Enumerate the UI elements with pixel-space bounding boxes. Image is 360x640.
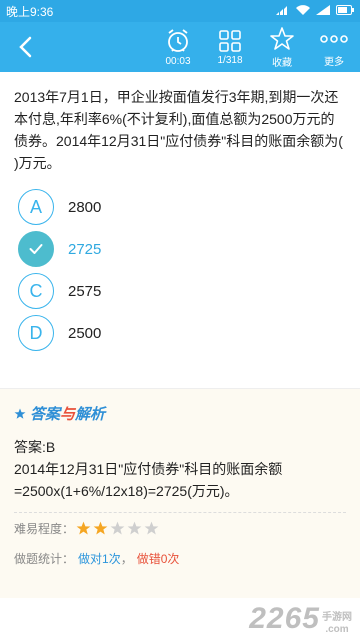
answer-explanation: 2014年12月31日"应付债券"科目的账面余额=2500x(1+6%/12x1… — [14, 461, 283, 499]
watermark-text: 手游网 .com — [322, 612, 352, 636]
star-bullet-icon — [14, 408, 26, 419]
answer-panel: 答案与解析 答案:B 2014年12月31日"应付债券"科目的账面余额=2500… — [0, 388, 360, 598]
more-label: 更多 — [324, 56, 344, 68]
alarm-clock-icon — [168, 28, 188, 52]
watermark-line1: 手游网 — [322, 612, 352, 623]
star-empty-icon — [144, 521, 159, 534]
option-c-text: 2575 — [68, 282, 102, 300]
signal-icon-2 — [316, 4, 330, 18]
option-b-text: 2725 — [68, 240, 102, 258]
option-d-text: 2500 — [68, 324, 102, 342]
difficulty-stars — [76, 521, 159, 536]
progress-label: 1/318 — [217, 54, 243, 66]
answer-body: 答案:B 2014年12月31日"应付债券"科目的账面余额=2500x(1+6%… — [0, 424, 360, 502]
difficulty-label: 难易程度： — [14, 521, 75, 536]
grid-icon — [219, 29, 241, 52]
watermark-line2: .com — [325, 624, 349, 635]
answer-line: 答案:B — [14, 439, 56, 455]
star-filled-icon — [76, 521, 91, 534]
timer-button[interactable]: 00:03 — [152, 22, 204, 72]
option-c-letter: C — [18, 273, 54, 309]
wifi-icon — [296, 4, 310, 18]
back-button[interactable] — [0, 22, 50, 72]
option-a-letter: A — [18, 189, 54, 225]
signal-icon — [276, 4, 290, 18]
answer-title-part3: 解析 — [75, 406, 106, 423]
wrong-count: 做错0次 — [136, 551, 180, 566]
option-list: A 2800 2725 C 2575 D 2500 — [0, 174, 360, 354]
more-button[interactable]: 更多 — [308, 22, 360, 72]
watermark-logo: 2265 手游网 .com — [249, 602, 352, 636]
correct-count: 做对1次 — [78, 551, 121, 566]
option-b[interactable]: 2725 — [18, 228, 342, 270]
option-a[interactable]: A 2800 — [18, 186, 342, 228]
status-bar: 晚上9:36 — [0, 0, 360, 22]
option-d[interactable]: D 2500 — [18, 312, 342, 354]
difficulty-row: 难易程度： — [0, 513, 360, 543]
stats-row: 做题统计： 做对1次 ， 做错0次 — [0, 543, 360, 573]
top-toolbar: 00:03 1/318 收藏 更多 — [0, 22, 360, 72]
stats-separator: ， — [120, 551, 133, 566]
status-time: 晚上9:36 — [6, 4, 54, 19]
stats-label: 做题统计： — [14, 551, 75, 566]
answer-title-part1: 答案 — [30, 406, 61, 423]
progress-button[interactable]: 1/318 — [204, 22, 256, 72]
option-c[interactable]: C 2575 — [18, 270, 342, 312]
checkmark-icon — [29, 244, 43, 254]
star-filled-icon — [93, 521, 108, 534]
favorite-label: 收藏 — [272, 57, 292, 69]
option-d-letter: D — [18, 315, 54, 351]
answer-title: 答案与解析 — [30, 403, 105, 424]
star-empty-icon — [110, 521, 125, 534]
option-a-text: 2800 — [68, 198, 102, 216]
star-empty-icon — [127, 521, 142, 534]
question-text: 2013年7月1日，甲企业按面值发行3年期,到期一次还本付息,年利率6%(不计复… — [14, 89, 343, 171]
star-outline-icon — [270, 26, 294, 50]
favorite-button[interactable]: 收藏 — [256, 22, 308, 72]
battery-icon — [336, 4, 354, 18]
timer-label: 00:03 — [165, 55, 191, 67]
back-arrow-icon — [19, 36, 32, 58]
question-content: 2013年7月1日，甲企业按面值发行3年期,到期一次还本付息,年利率6%(不计复… — [0, 72, 360, 640]
answer-title-part2: 与 — [60, 406, 76, 423]
answer-header: 答案与解析 — [0, 389, 360, 424]
more-dots-icon — [320, 34, 348, 43]
watermark-number: 2265 — [249, 602, 320, 635]
option-b-selected — [18, 231, 54, 267]
